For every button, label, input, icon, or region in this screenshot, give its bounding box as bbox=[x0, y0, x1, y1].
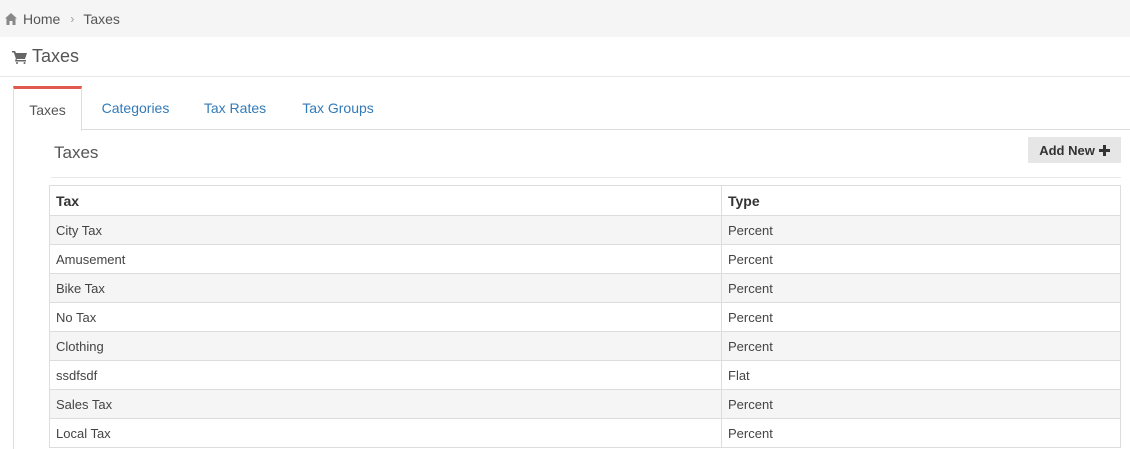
tax-type-cell: Percent bbox=[721, 273, 1121, 303]
tab-taxes[interactable]: Taxes bbox=[13, 86, 82, 131]
tax-name-cell: Sales Tax bbox=[49, 389, 722, 419]
table-row[interactable]: Bike Tax Percent bbox=[49, 273, 1121, 303]
table-header-row: Tax Type bbox=[49, 185, 1121, 216]
cart-icon bbox=[12, 50, 27, 64]
tax-type-cell: Percent bbox=[721, 302, 1121, 332]
tax-type-cell: Percent bbox=[721, 418, 1121, 448]
column-header-tax[interactable]: Tax bbox=[49, 185, 722, 216]
divider bbox=[51, 177, 1121, 178]
tax-name-cell: ssdfsdf bbox=[49, 360, 722, 390]
breadcrumb: Home › Taxes bbox=[0, 0, 1130, 37]
column-header-type[interactable]: Type bbox=[721, 185, 1121, 216]
table-row[interactable]: Sales Tax Percent bbox=[49, 389, 1121, 419]
breadcrumb-home-link[interactable]: Home bbox=[23, 11, 60, 27]
page-title: Taxes bbox=[32, 46, 80, 66]
tax-name-cell: No Tax bbox=[49, 302, 722, 332]
tax-name-cell: Local Tax bbox=[49, 418, 722, 448]
table-row[interactable]: ssdfsdf Flat bbox=[49, 360, 1121, 390]
add-new-button[interactable]: Add New bbox=[1028, 137, 1121, 163]
tax-name-cell: Amusement bbox=[49, 244, 722, 274]
tab-categories[interactable]: Categories bbox=[91, 86, 180, 130]
tax-name-cell: Clothing bbox=[49, 331, 722, 361]
breadcrumb-current: Taxes bbox=[83, 10, 120, 27]
tab-bar: Taxes Categories Tax Rates Tax Groups bbox=[13, 86, 1130, 131]
tab-panel: Taxes Add New Tax Type City Tax Percent … bbox=[13, 129, 1130, 449]
add-new-label: Add New bbox=[1039, 142, 1095, 158]
tax-name-cell: City Tax bbox=[49, 215, 722, 245]
tax-type-cell: Percent bbox=[721, 389, 1121, 419]
chevron-right-icon: › bbox=[70, 11, 75, 26]
table-row[interactable]: Amusement Percent bbox=[49, 244, 1121, 274]
table-row[interactable]: Clothing Percent bbox=[49, 331, 1121, 361]
table-row[interactable]: No Tax Percent bbox=[49, 302, 1121, 332]
tab-tax-groups[interactable]: Tax Groups bbox=[290, 86, 386, 130]
tax-type-cell: Flat bbox=[721, 360, 1121, 390]
plus-icon bbox=[1098, 144, 1110, 156]
section-title: Taxes bbox=[54, 143, 99, 162]
tax-type-cell: Percent bbox=[721, 215, 1121, 245]
taxes-table: Tax Type City Tax Percent Amusement Perc… bbox=[49, 185, 1121, 448]
table-row[interactable]: Local Tax Percent bbox=[49, 418, 1121, 448]
home-icon bbox=[5, 12, 17, 25]
tax-type-cell: Percent bbox=[721, 331, 1121, 361]
tax-type-cell: Percent bbox=[721, 244, 1121, 274]
tax-name-cell: Bike Tax bbox=[49, 273, 722, 303]
page-header: Taxes bbox=[0, 37, 1130, 77]
tab-tax-rates[interactable]: Tax Rates bbox=[193, 86, 277, 130]
table-row[interactable]: City Tax Percent bbox=[49, 215, 1121, 245]
